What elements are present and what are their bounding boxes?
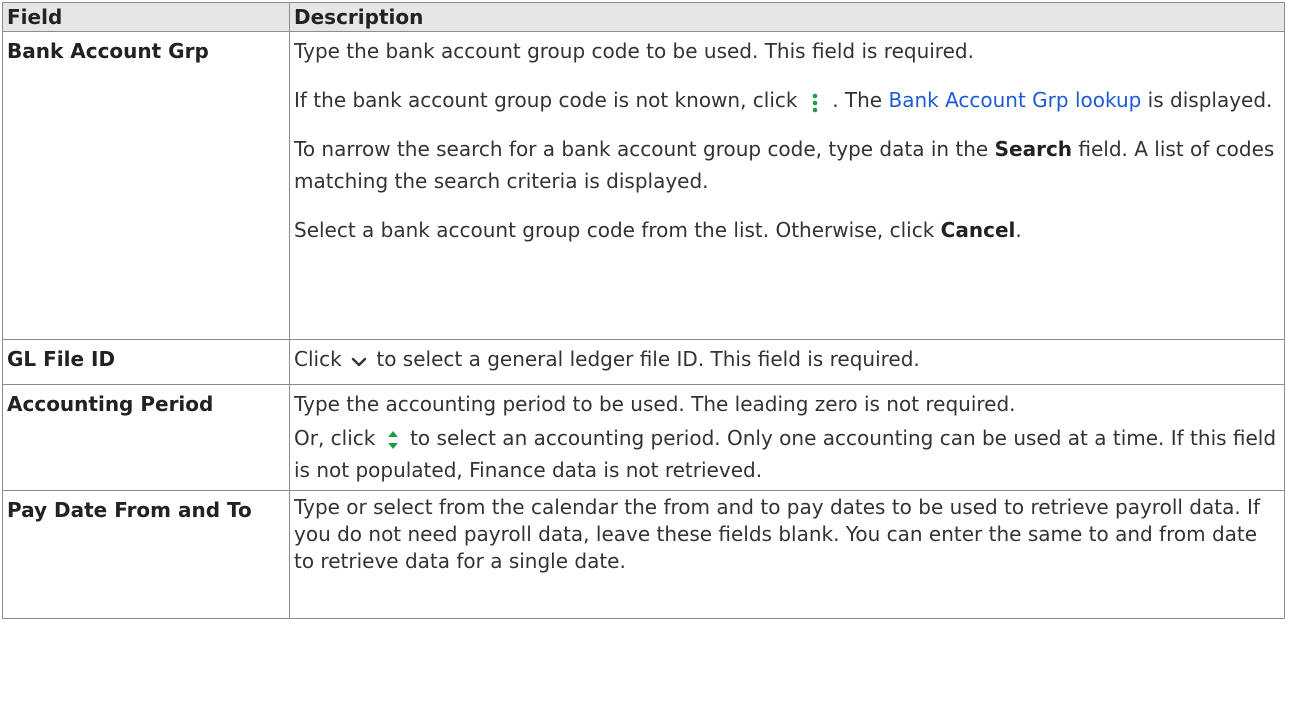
- field-description: Click to select a general ledger file ID…: [289, 339, 1285, 385]
- bold-term: Search: [994, 137, 1073, 161]
- field-name: Accounting Period: [2, 384, 290, 491]
- text-span: is displayed.: [1141, 88, 1273, 112]
- description-paragraph: Type the accounting period to be used. T…: [294, 392, 1016, 416]
- text-span: Or, click: [294, 426, 382, 450]
- header-description: Description: [289, 2, 1285, 32]
- field-description: Type the bank account group code to be u…: [289, 31, 1285, 340]
- description-paragraph: To narrow the search for a bank account …: [294, 133, 1280, 197]
- field-name: GL File ID: [2, 339, 290, 385]
- bank-account-grp-lookup-link[interactable]: Bank Account Grp lookup: [888, 88, 1141, 112]
- text-span: to select an accounting period. Only one…: [294, 426, 1277, 482]
- text-span: If the bank account group code is not kn…: [294, 88, 804, 112]
- field-name: Bank Account Grp: [2, 31, 290, 340]
- description-paragraph: Click to select a general ledger file ID…: [294, 343, 1280, 375]
- vertical-ellipsis-icon: [804, 91, 826, 113]
- text-span: to select a general ledger file ID. This…: [370, 347, 920, 371]
- field-description: Type or select from the calendar the fro…: [289, 490, 1285, 619]
- table-header-row: Field Description: [2, 2, 1285, 32]
- description-paragraph: Type the bank account group code to be u…: [294, 39, 974, 63]
- description-paragraph: If the bank account group code is not kn…: [294, 84, 1280, 116]
- table-row: Bank Account Grp Type the bank account g…: [2, 31, 1285, 340]
- text-span: .: [1015, 218, 1022, 242]
- table-row: Accounting Period Type the accounting pe…: [2, 384, 1285, 491]
- table-row: GL File ID Click to select a general led…: [2, 339, 1285, 385]
- description-paragraph: Select a bank account group code from th…: [294, 214, 1280, 246]
- description-paragraph: Or, click to select an accounting period…: [294, 422, 1280, 486]
- field-description: Type the accounting period to be used. T…: [289, 384, 1285, 491]
- text-span: Click: [294, 347, 349, 371]
- text-span: Select a bank account group code from th…: [294, 218, 941, 242]
- chevron-down-icon: [348, 350, 370, 372]
- text-span: To narrow the search for a bank account …: [294, 137, 995, 161]
- field-name: Pay Date From and To: [2, 490, 290, 619]
- field-description-table: Field Description Bank Account Grp Type …: [2, 2, 1285, 619]
- text-span: . The: [825, 88, 889, 112]
- table-row: Pay Date From and To Type or select from…: [2, 490, 1285, 619]
- description-paragraph: Type or select from the calendar the fro…: [294, 495, 1260, 573]
- up-down-arrows-icon: [382, 429, 404, 451]
- header-field: Field: [2, 2, 290, 32]
- bold-term: Cancel: [940, 218, 1016, 242]
